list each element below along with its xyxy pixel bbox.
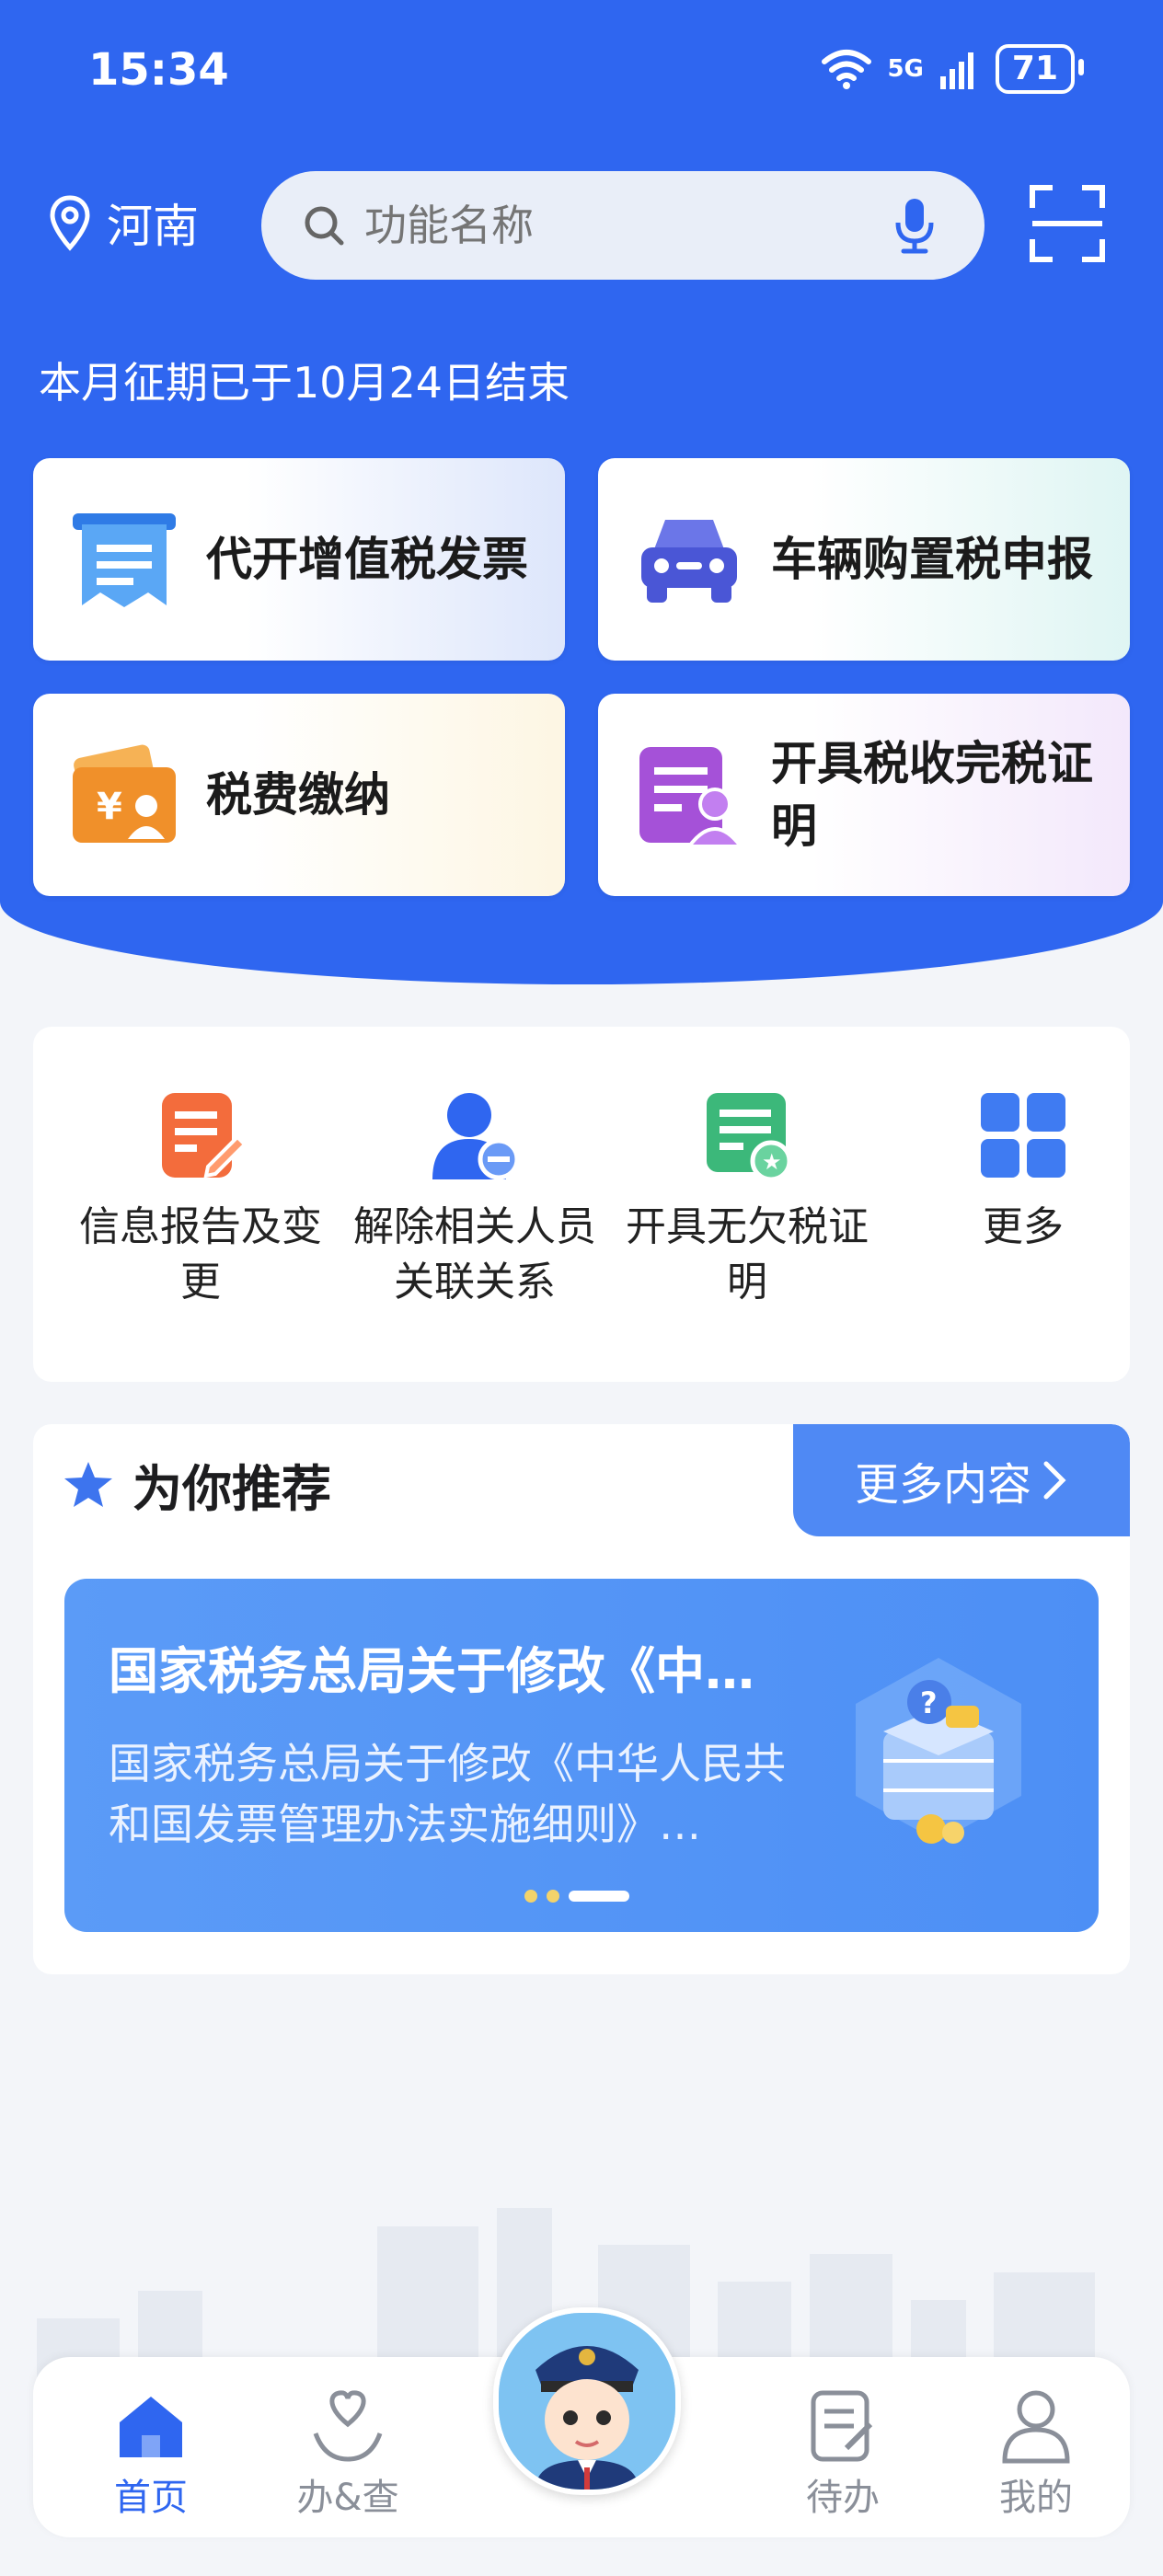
todo-icon: [760, 2385, 926, 2467]
carousel-dot: [547, 1890, 559, 1903]
question-box-illustration-icon: ?: [856, 1658, 1021, 1844]
carousel-indicator: [524, 1890, 629, 1903]
home-icon: [68, 2385, 234, 2467]
heart-hand-icon: [265, 2385, 431, 2467]
profile-icon: [953, 2385, 1119, 2467]
tax-period-notice: 本月征期已于10月24日结束: [39, 358, 570, 408]
wifi-icon: [822, 50, 872, 89]
user-remove-icon: [429, 1089, 521, 1181]
status-time: 15:34: [88, 44, 229, 96]
quick-no-debt-certificate[interactable]: ★ 开具无欠税证明: [609, 1089, 885, 1310]
status-icons: 5G 71: [821, 44, 1085, 94]
quick-unlink-person[interactable]: 解除相关人员关联关系: [337, 1089, 613, 1310]
svg-text:★: ★: [762, 1149, 782, 1175]
search-input[interactable]: [363, 200, 881, 251]
status-bar: 15:34 5G 71: [0, 0, 1163, 147]
recommend-section: 为你推荐 更多内容 国家税务总局关于修改《中… 国家税务总局关于修改《中华人民共…: [33, 1424, 1130, 1974]
quick-label: 更多: [983, 1203, 1064, 1250]
card-label: 代开增值税发票: [206, 533, 528, 586]
carousel-dot-active: [569, 1891, 629, 1902]
invoice-icon: [66, 501, 182, 617]
location-label: 河南: [107, 200, 199, 253]
location-selector[interactable]: 河南: [48, 190, 199, 256]
wallet-icon: ¥: [66, 737, 182, 853]
chevron-right-icon: [1043, 1461, 1066, 1500]
card-vat-invoice[interactable]: 代开增值税发票: [33, 458, 565, 661]
card-label: 开具税收完税证明: [771, 737, 1093, 853]
car-icon: [631, 501, 747, 617]
card-label: 车辆购置税申报: [771, 533, 1093, 586]
certificate-icon: [631, 737, 747, 853]
tab-label: 我的: [999, 2477, 1073, 2519]
battery-indicator: 71: [995, 44, 1085, 94]
card-tax-payment[interactable]: ¥ 税费缴纳: [33, 694, 565, 896]
carousel-dot: [524, 1890, 537, 1903]
grid-icon: [977, 1089, 1069, 1181]
card-tax-certificate[interactable]: 开具税收完税证明: [598, 694, 1130, 896]
card-vehicle-tax[interactable]: 车辆购置税申报: [598, 458, 1130, 661]
network-label: 5G: [887, 55, 924, 83]
banner-title: 国家税务总局关于修改《中…: [109, 1642, 754, 1700]
location-pin-icon: [50, 195, 90, 251]
svg-text:?: ?: [920, 1685, 938, 1720]
quick-actions-panel: 信息报告及变更 解除相关人员关联关系 ★ 开具无欠税证明 更多: [33, 1027, 1130, 1382]
edit-document-icon: [155, 1089, 248, 1181]
recommend-title: 为你推荐: [63, 1448, 331, 1521]
tab-label: 首页: [114, 2477, 188, 2519]
microphone-icon[interactable]: [894, 195, 935, 256]
signal-icon: [939, 52, 973, 89]
tab-handle-query[interactable]: 办&查: [265, 2385, 431, 2521]
recommend-banner[interactable]: 国家税务总局关于修改《中… 国家税务总局关于修改《中华人民共和国发票管理办法实施…: [64, 1579, 1099, 1932]
search-bar[interactable]: [261, 171, 985, 280]
quick-info-report[interactable]: 信息报告及变更: [63, 1089, 339, 1310]
star-icon: [64, 1461, 112, 1507]
assistant-avatar-button[interactable]: [493, 2307, 681, 2495]
quick-label: 开具无欠税证明: [626, 1203, 869, 1305]
quick-more[interactable]: 更多: [885, 1089, 1161, 1255]
quick-label: 信息报告及变更: [79, 1203, 322, 1305]
certificate-star-icon: ★: [701, 1089, 793, 1182]
tab-profile[interactable]: 我的: [953, 2385, 1119, 2521]
scan-icon[interactable]: [1029, 184, 1106, 263]
tab-label: 办&查: [296, 2477, 399, 2519]
tab-todo[interactable]: 待办: [760, 2385, 926, 2521]
more-content-button[interactable]: 更多内容: [793, 1424, 1130, 1536]
search-icon: [305, 206, 344, 246]
quick-label: 解除相关人员关联关系: [353, 1203, 596, 1305]
svg-text:¥: ¥: [97, 786, 122, 828]
banner-description: 国家税务总局关于修改《中华人民共和国发票管理办法实施细则》…: [109, 1739, 786, 1849]
card-label: 税费缴纳: [206, 768, 390, 822]
tab-label: 待办: [806, 2477, 880, 2519]
tax-officer-avatar-icon: [499, 2313, 675, 2490]
tab-home[interactable]: 首页: [68, 2385, 234, 2521]
